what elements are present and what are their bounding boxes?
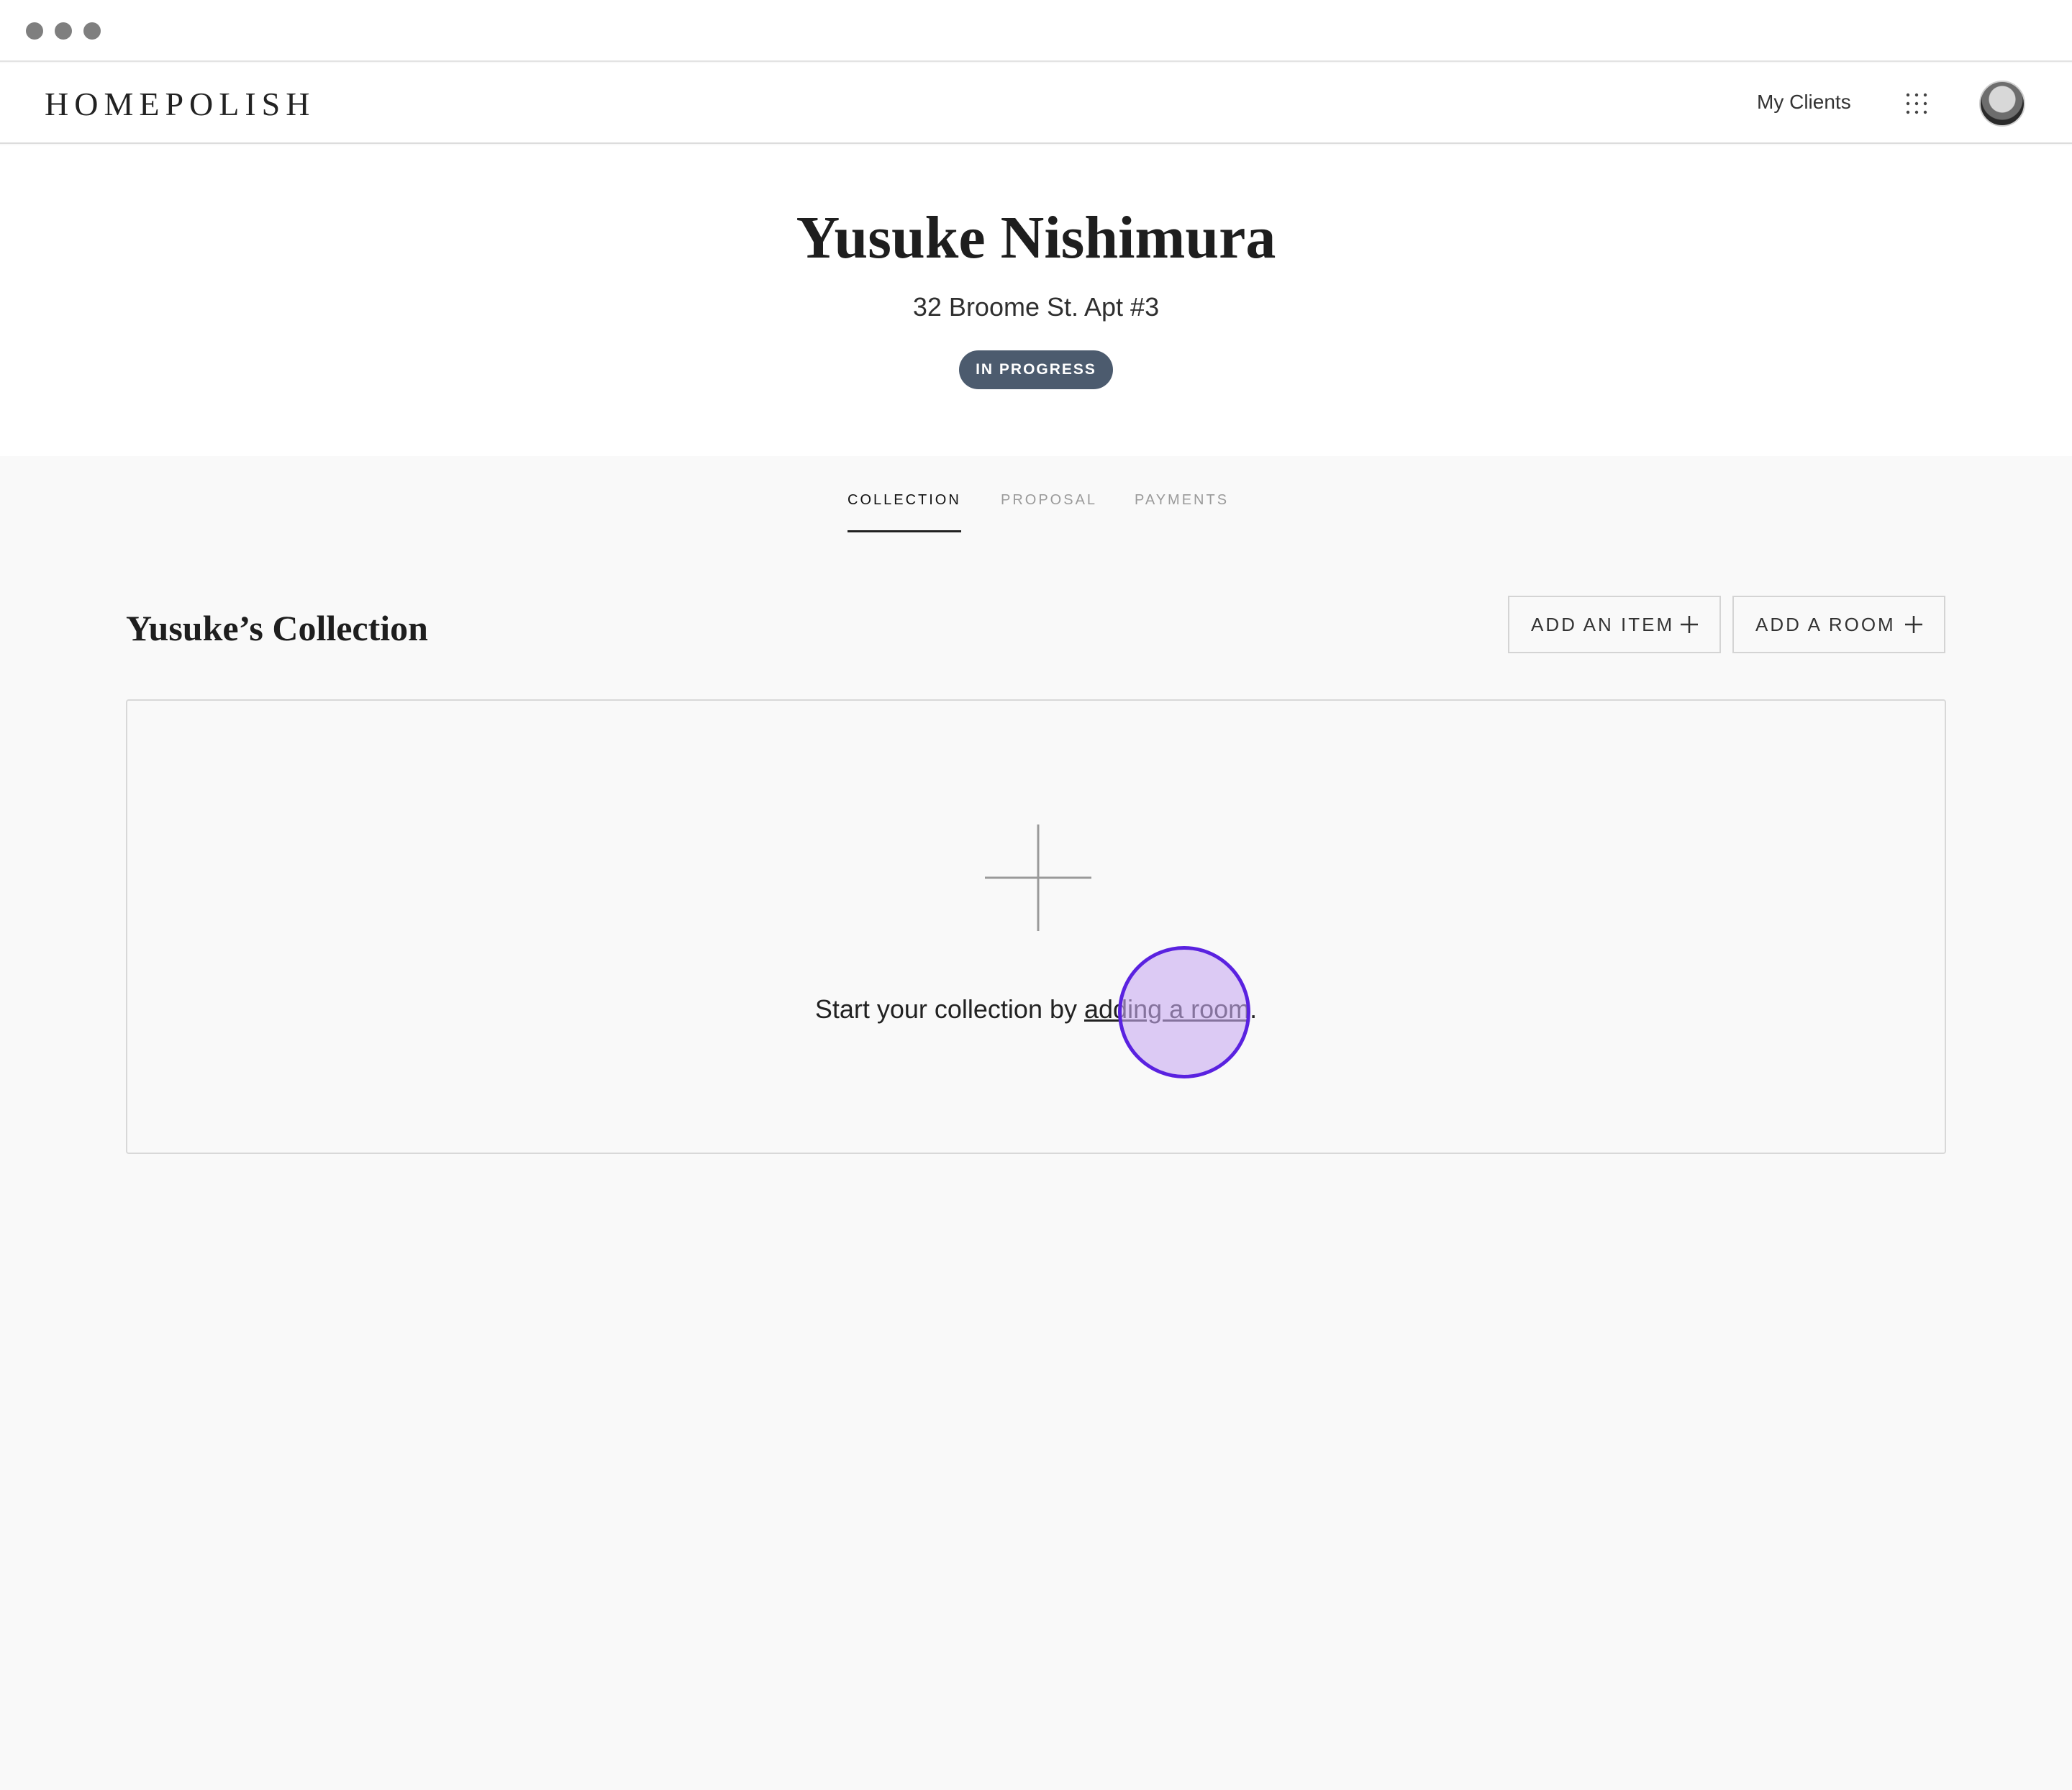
empty-collection-panel: Start your collection by adding a room. bbox=[126, 699, 1946, 1154]
window-title-bar bbox=[0, 0, 2072, 62]
click-indicator bbox=[1118, 946, 1250, 1078]
empty-text-suffix: . bbox=[1250, 994, 1258, 1024]
apps-grid-icon[interactable] bbox=[1904, 91, 1930, 117]
add-item-label: ADD AN ITEM bbox=[1531, 613, 1675, 635]
user-avatar-icon[interactable] bbox=[1979, 81, 2025, 127]
plus-icon bbox=[1904, 614, 1924, 635]
window-maximize-icon[interactable] bbox=[83, 22, 101, 40]
empty-text-prefix: Start your collection by bbox=[814, 994, 1084, 1024]
add-room-button[interactable]: ADD A ROOM bbox=[1732, 596, 1945, 653]
client-name: Yusuke Nishimura bbox=[796, 204, 1276, 271]
client-hero: Yusuke Nishimura 32 Broome St. Apt #3 IN… bbox=[0, 145, 2072, 456]
client-address: 32 Broome St. Apt #3 bbox=[912, 292, 1160, 322]
collection-title: Yusuke’s Collection bbox=[126, 608, 428, 648]
app-header: HOMEPOLISH My Clients bbox=[0, 63, 2072, 144]
empty-state-message: Start your collection by adding a room. bbox=[127, 994, 1945, 1025]
tab-collection[interactable]: COLLECTION bbox=[848, 492, 961, 532]
window-minimize-icon[interactable] bbox=[55, 22, 72, 40]
plus-icon bbox=[1679, 614, 1699, 635]
status-badge: IN PROGRESS bbox=[959, 350, 1113, 389]
add-item-button[interactable]: ADD AN ITEM bbox=[1508, 596, 1721, 653]
add-room-label: ADD A ROOM bbox=[1755, 613, 1896, 635]
homepolish-logo[interactable]: HOMEPOLISH bbox=[45, 85, 315, 123]
tab-payments[interactable]: PAYMENTS bbox=[1135, 492, 1229, 530]
my-clients-link[interactable]: My Clients bbox=[1757, 91, 1851, 114]
tab-proposal[interactable]: PROPOSAL bbox=[1001, 492, 1097, 530]
window-close-icon[interactable] bbox=[26, 22, 43, 40]
large-plus-icon[interactable] bbox=[985, 824, 1091, 931]
project-tabs: COLLECTION PROPOSAL PAYMENTS bbox=[0, 492, 2072, 542]
